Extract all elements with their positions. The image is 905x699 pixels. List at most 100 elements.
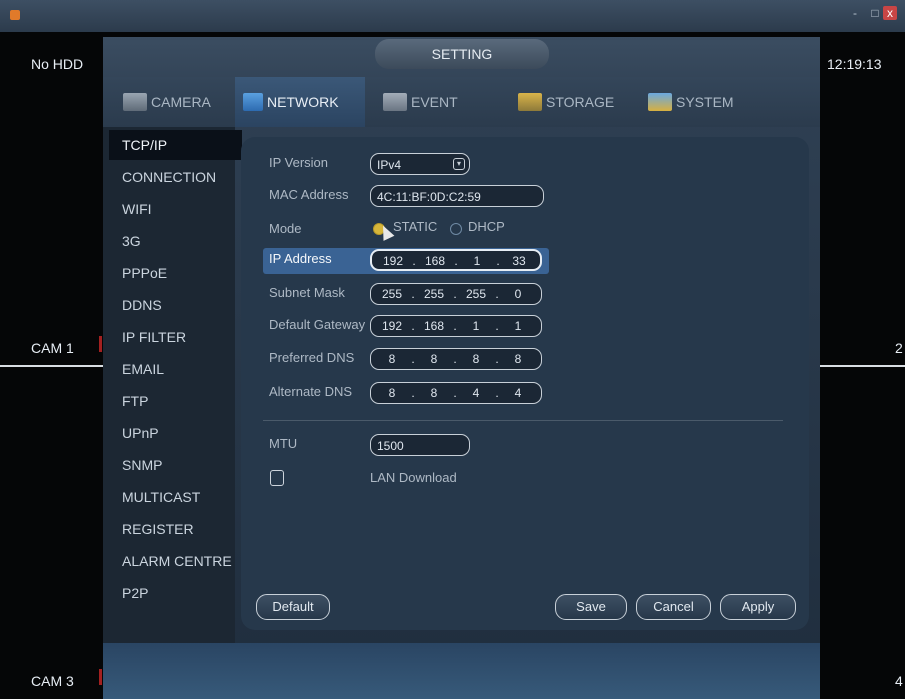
tab-system[interactable]: SYSTEM	[648, 77, 768, 127]
subnet-mask-label: Subnet Mask	[269, 285, 345, 300]
dot: .	[495, 319, 499, 333]
dot: .	[412, 254, 416, 268]
sidebar-item-connection[interactable]: CONNECTION	[122, 162, 216, 192]
sidebar-item-upnp[interactable]: UPnP	[122, 418, 159, 448]
dhcp-label: DHCP	[468, 219, 505, 234]
ip-octet: 192	[381, 319, 403, 333]
minimize-button[interactable]: -	[848, 6, 862, 20]
tab-label: STORAGE	[546, 94, 615, 110]
tab-label: EVENT	[411, 94, 458, 110]
ip-address-field[interactable]: 192 . 168 . 1 . 33	[370, 249, 542, 271]
tab-storage[interactable]: STORAGE	[518, 77, 628, 127]
maximize-button[interactable]: □	[868, 6, 882, 20]
ip-octet: 192	[382, 254, 404, 268]
default-gateway-field[interactable]: 192 . 168 . 1 . 1	[370, 315, 542, 337]
default-gateway-label: Default Gateway	[269, 317, 366, 332]
dot: .	[411, 287, 415, 301]
ip-octet: 168	[424, 254, 446, 268]
dot: .	[411, 386, 415, 400]
tab-camera[interactable]: CAMERA	[123, 77, 233, 127]
lan-download-label: LAN Download	[370, 470, 457, 485]
sidebar-item-email[interactable]: EMAIL	[122, 354, 164, 384]
tab-label: CAMERA	[151, 94, 211, 110]
cam2-number: 2	[895, 340, 903, 356]
dhcp-radio[interactable]	[450, 223, 462, 235]
sidebar: TCP/IP CONNECTION WIFI 3G PPPoE DDNS IP …	[103, 127, 242, 643]
tab-bar: CAMERA NETWORK EVENT STORAGE SYSTEM	[103, 77, 820, 127]
sidebar-item-multicast[interactable]: MULTICAST	[122, 482, 200, 512]
sidebar-item-p2p[interactable]: P2P	[122, 578, 148, 608]
dot: .	[495, 352, 499, 366]
cam4-number: 4	[895, 673, 903, 689]
tab-label: SYSTEM	[676, 94, 734, 110]
dot: .	[495, 386, 499, 400]
cancel-button[interactable]: Cancel	[636, 594, 711, 620]
ip-address-label: IP Address	[269, 251, 332, 266]
camera-icon	[123, 93, 147, 111]
preferred-dns-field[interactable]: 8 . 8 . 8 . 8	[370, 348, 542, 370]
sidebar-item-ddns[interactable]: DDNS	[122, 290, 162, 320]
subnet-mask-field[interactable]: 255 . 255 . 255 . 0	[370, 283, 542, 305]
hdd-status: No HDD	[31, 56, 84, 72]
ip-octet: 8	[388, 386, 396, 400]
ip-octet: 1	[514, 319, 522, 333]
ip-octet: 8	[514, 352, 522, 366]
default-button[interactable]: Default	[256, 594, 330, 620]
sidebar-item-snmp[interactable]: SNMP	[122, 450, 162, 480]
sidebar-item-ftp[interactable]: FTP	[122, 386, 148, 416]
dot: .	[454, 254, 458, 268]
ip-octet: 4	[514, 386, 522, 400]
mtu-field[interactable]: 1500	[370, 434, 470, 456]
sidebar-item-3g[interactable]: 3G	[122, 226, 141, 256]
cam1-label: CAM 1	[31, 340, 74, 356]
mac-address-field: 4C:11:BF:0D:C2:59	[370, 185, 544, 207]
app-icon	[10, 10, 20, 20]
alternate-dns-field[interactable]: 8 . 8 . 4 . 4	[370, 382, 542, 404]
tab-event[interactable]: EVENT	[383, 77, 493, 127]
preferred-dns-label: Preferred DNS	[269, 350, 355, 365]
dot: .	[411, 319, 415, 333]
ip-octet: 255	[381, 287, 403, 301]
dot: .	[411, 352, 415, 366]
sidebar-item-pppoe[interactable]: PPPoE	[122, 258, 167, 288]
ip-octet: 33	[512, 254, 526, 268]
ip-octet: 8	[388, 352, 396, 366]
dialog-footer	[103, 643, 820, 699]
dialog-title: SETTING	[375, 39, 549, 69]
lan-download-checkbox[interactable]	[270, 470, 284, 486]
ip-octet: 8	[472, 352, 480, 366]
dot: .	[453, 287, 457, 301]
network-icon	[243, 93, 263, 111]
static-label: STATIC	[393, 219, 438, 234]
ip-octet: 0	[514, 287, 522, 301]
ip-octet: 1	[472, 319, 480, 333]
ip-version-select[interactable]: IPv4 ▾	[370, 153, 470, 175]
ip-octet: 255	[423, 287, 445, 301]
mode-label: Mode	[269, 221, 302, 236]
ip-version-value: IPv4	[377, 158, 402, 172]
ip-version-label: IP Version	[269, 155, 329, 170]
sidebar-item-register[interactable]: REGISTER	[122, 514, 194, 544]
record-indicator	[99, 669, 102, 685]
ip-octet: 4	[472, 386, 480, 400]
section-divider	[263, 420, 783, 421]
mac-address-label: MAC Address	[269, 187, 349, 202]
sidebar-item-ip-filter[interactable]: IP FILTER	[122, 322, 186, 352]
close-button[interactable]: x	[883, 6, 897, 20]
sidebar-item-alarm-centre[interactable]: ALARM CENTRE	[122, 546, 232, 576]
tab-label: NETWORK	[267, 94, 339, 110]
system-icon	[648, 93, 672, 111]
save-button[interactable]: Save	[555, 594, 627, 620]
ip-octet: 1	[473, 254, 481, 268]
ip-octet: 168	[423, 319, 445, 333]
tab-network[interactable]: NETWORK	[235, 77, 365, 127]
chevron-down-icon: ▾	[453, 158, 465, 170]
apply-button[interactable]: Apply	[720, 594, 796, 620]
dot: .	[453, 386, 457, 400]
sidebar-item-wifi[interactable]: WIFI	[122, 194, 152, 224]
sidebar-item-tcpip[interactable]: TCP/IP	[109, 130, 242, 160]
mtu-label: MTU	[269, 436, 298, 451]
dot: .	[453, 352, 457, 366]
dot: .	[495, 287, 499, 301]
cam3-label: CAM 3	[31, 673, 74, 689]
